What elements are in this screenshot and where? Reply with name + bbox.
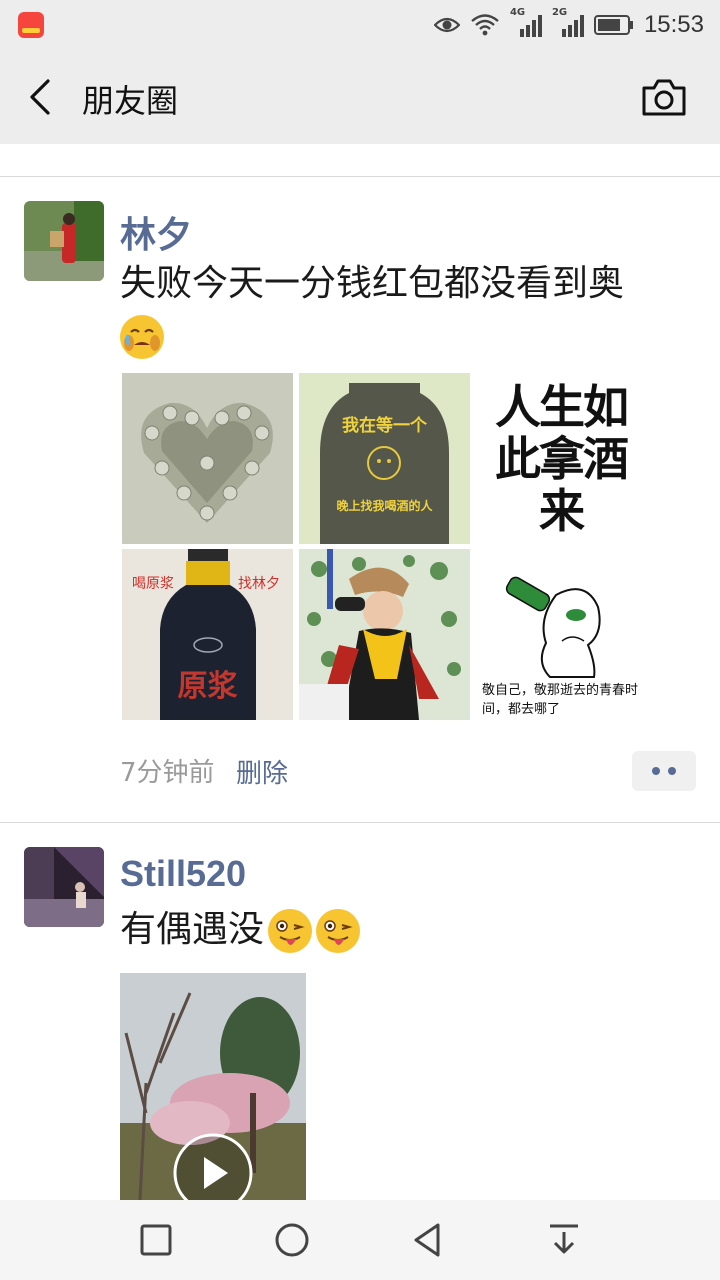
back-arrow-icon[interactable] (22, 78, 58, 116)
jar-caption-bottom: 晚上找我喝酒的人 (336, 499, 433, 513)
calligraphy-text: 人生如此拿酒来 (495, 380, 629, 538)
bottle-right-label: 找林夕 (238, 576, 280, 592)
more-dot-icon (668, 767, 676, 775)
camera-icon[interactable] (640, 76, 688, 118)
wifi-icon (471, 14, 499, 36)
status-indicators: 4G 2G 15:53 (433, 7, 704, 41)
meme-caption: 敬自己，敬那逝去的青春时间，都去哪了 (482, 683, 639, 717)
system-navbar (0, 1200, 720, 1280)
person-drinking-image[interactable] (299, 549, 470, 720)
bottle-left-label: 喝原浆 (132, 576, 174, 592)
avatar[interactable] (24, 847, 104, 927)
post-time: 7分钟前 (120, 758, 215, 788)
more-dot-icon (652, 767, 660, 775)
post-username[interactable]: Still520 (120, 853, 246, 895)
clock: 15:53 (643, 11, 704, 38)
back-triangle-icon[interactable] (408, 1220, 448, 1260)
home-icon[interactable] (272, 1220, 312, 1260)
battery-icon (593, 15, 633, 35)
post-text: 有偶遇没 (120, 904, 680, 956)
top-divider (0, 176, 720, 177)
avatar[interactable] (24, 201, 104, 281)
post-text: 失败今天一分钱红包都没看到奥 (120, 258, 680, 362)
page-title: 朋友圈 (82, 82, 179, 120)
meme-drinking-image[interactable]: 敬自己，敬那逝去的青春时间，都去哪了 (476, 549, 647, 720)
winking-tongue-emoji-icon (268, 909, 313, 953)
calligraphy-image[interactable]: 人生如此拿酒来 (476, 373, 647, 544)
status-bar: 4G 2G 15:53 (0, 0, 720, 50)
post-text-content: 有偶遇没 (120, 909, 265, 950)
bottle-label: 原浆 (177, 669, 238, 704)
signal-4g-icon: 4G (510, 7, 542, 39)
app-notification-icon (18, 12, 44, 38)
title-bar: 朋友圈 (0, 50, 720, 144)
notification-pulldown-icon[interactable] (544, 1220, 584, 1260)
recent-apps-icon[interactable] (136, 1220, 176, 1260)
eye-icon (433, 17, 460, 33)
jar-caption-top: 我在等一个 (342, 416, 427, 436)
post-username[interactable]: 林夕 (120, 206, 192, 258)
liquor-bottle-image[interactable]: 喝原浆 找林夕 原浆 (122, 549, 293, 720)
crying-face-emoji-icon (120, 315, 164, 359)
post-text-content: 失败今天一分钱红包都没看到奥 (120, 263, 625, 304)
blossom-video-thumbnail[interactable] (120, 973, 306, 1200)
jar-image[interactable]: 我在等一个 晚上找我喝酒的人 (299, 373, 470, 544)
post-divider (0, 822, 720, 823)
signal-2g-icon: 2G (552, 7, 584, 39)
delete-link[interactable]: 删除 (236, 753, 288, 790)
winking-tongue-emoji-icon (316, 909, 361, 953)
more-actions-button[interactable] (632, 751, 696, 791)
coin-heart-image[interactable] (122, 373, 293, 544)
